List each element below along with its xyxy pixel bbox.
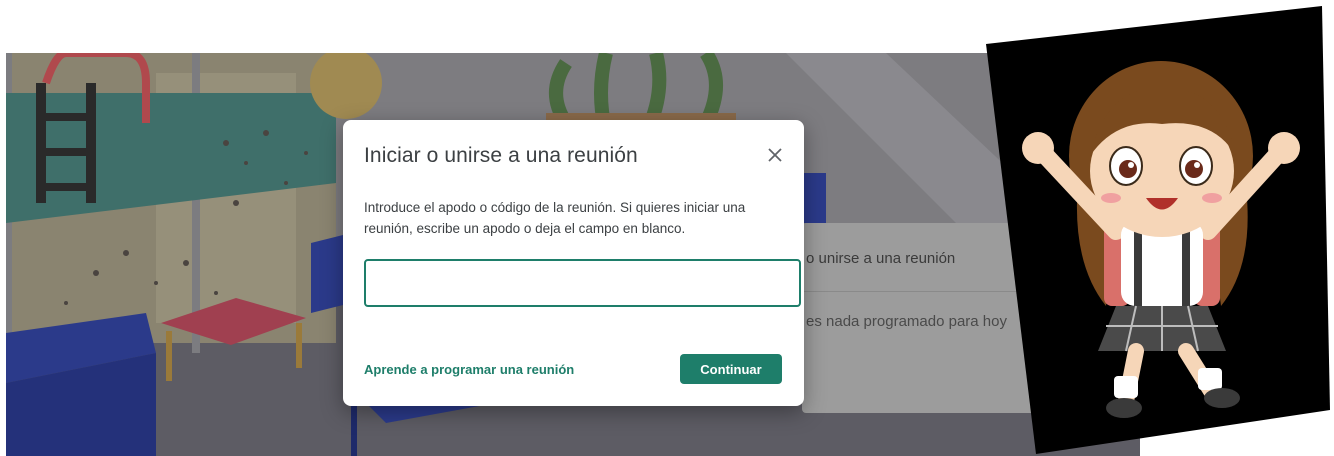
- close-button[interactable]: [762, 142, 788, 168]
- join-meeting-dialog: Iniciar o unirse a una reunión Introduce…: [343, 120, 804, 406]
- cartoon-girl-sticker: [986, 6, 1330, 454]
- close-icon: [768, 148, 782, 162]
- screenshot-stage: o unirse a una reunión es nada programad…: [0, 0, 1334, 456]
- learn-schedule-link[interactable]: Aprende a programar una reunión: [364, 362, 574, 377]
- dialog-title: Iniciar o unirse a una reunión: [364, 144, 638, 167]
- meeting-code-input[interactable]: [364, 259, 801, 307]
- continue-button[interactable]: Continuar: [680, 354, 782, 384]
- dialog-description: Introduce el apodo o código de la reunió…: [364, 200, 746, 236]
